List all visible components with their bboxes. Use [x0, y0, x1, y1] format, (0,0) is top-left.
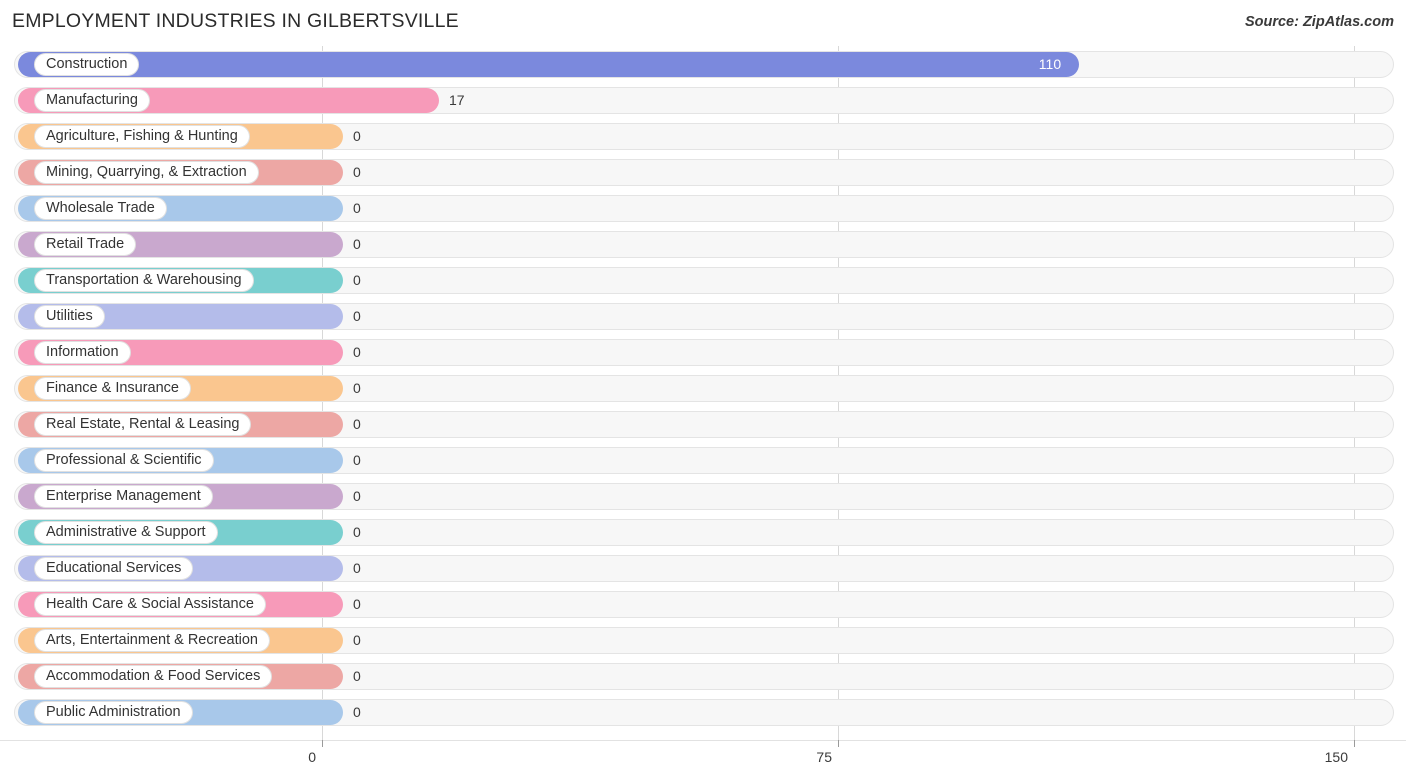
category-label-pill: Construction [34, 53, 140, 76]
bar-value-label: 0 [353, 488, 361, 504]
bar-value-label: 0 [353, 200, 361, 216]
category-label-pill: Educational Services [34, 557, 194, 580]
bar-value-label: 0 [353, 416, 361, 432]
category-label-pill: Wholesale Trade [34, 197, 167, 220]
bar-value-label: 0 [353, 272, 361, 288]
x-tick-mark [1354, 740, 1355, 747]
bar-row: Information 0 [0, 334, 1406, 370]
bar-value-label: 17 [448, 92, 465, 108]
chart-plot-area: Construction 110 Manufacturing 17 Agricultur… [0, 46, 1406, 740]
category-label: Transportation & Warehousing [46, 272, 242, 289]
category-label-pill: Public Administration [34, 701, 193, 724]
bar-value-label: 0 [353, 380, 361, 396]
bar-value-label: 0 [353, 524, 361, 540]
bar-row: Health Care & Social Assistance 0 [0, 586, 1406, 622]
bar-value-label: 0 [353, 452, 361, 468]
bar-row: Administrative & Support 0 [0, 514, 1406, 550]
category-label-pill: Professional & Scientific [34, 449, 214, 472]
category-label: Manufacturing [46, 92, 138, 109]
category-label: Finance & Insurance [46, 380, 179, 397]
bar-row: Arts, Entertainment & Recreation 0 [0, 622, 1406, 658]
bar-row: Construction 110 [0, 46, 1406, 82]
category-label: Enterprise Management [46, 488, 201, 505]
bar-row: Real Estate, Rental & Leasing 0 [0, 406, 1406, 442]
x-tick-label: 75 [816, 749, 832, 765]
page-title: EMPLOYMENT INDUSTRIES IN GILBERTSVILLE [12, 10, 459, 32]
bar-row: Manufacturing 17 [0, 82, 1406, 118]
bar-row: Transportation & Warehousing 0 [0, 262, 1406, 298]
category-label: Arts, Entertainment & Recreation [46, 632, 258, 649]
category-label-pill: Information [34, 341, 131, 364]
bar-value-label: 0 [353, 668, 361, 684]
bar-value-label: 0 [353, 164, 361, 180]
category-label: Agriculture, Fishing & Hunting [46, 128, 238, 145]
bar-value-label: 0 [353, 596, 361, 612]
bar[interactable] [18, 52, 1079, 77]
category-label-pill: Retail Trade [34, 233, 137, 256]
category-label: Public Administration [46, 704, 181, 721]
x-tick-mark [322, 740, 323, 747]
bar-row: Agriculture, Fishing & Hunting 0 [0, 118, 1406, 154]
category-label: Retail Trade [46, 236, 125, 253]
category-label: Administrative & Support [46, 524, 206, 541]
bar-row: Wholesale Trade 0 [0, 190, 1406, 226]
bar-value-label: 0 [353, 632, 361, 648]
category-label-pill: Agriculture, Fishing & Hunting [34, 125, 250, 148]
category-label-pill: Arts, Entertainment & Recreation [34, 629, 270, 652]
category-label: Accommodation & Food Services [46, 668, 261, 685]
category-label: Health Care & Social Assistance [46, 596, 254, 613]
category-label: Mining, Quarrying, & Extraction [46, 164, 247, 181]
category-label-pill: Administrative & Support [34, 521, 218, 544]
category-label-pill: Real Estate, Rental & Leasing [34, 413, 252, 436]
category-label-pill: Finance & Insurance [34, 377, 191, 400]
bar-row: Finance & Insurance 0 [0, 370, 1406, 406]
bar-value-label: 0 [353, 128, 361, 144]
x-tick-label: 0 [308, 749, 316, 765]
category-label-pill: Enterprise Management [34, 485, 213, 508]
bar-value-label: 0 [353, 704, 361, 720]
category-label-pill: Utilities [34, 305, 105, 328]
x-tick-label: 150 [1324, 749, 1348, 765]
bar-value-label: 110 [1038, 56, 1062, 72]
bar-value-label: 0 [353, 344, 361, 360]
category-label: Educational Services [46, 560, 182, 577]
bar-row: Retail Trade 0 [0, 226, 1406, 262]
bar-value-label: 0 [353, 308, 361, 324]
category-label-pill: Accommodation & Food Services [34, 665, 273, 688]
category-label: Construction [46, 56, 128, 73]
category-label: Wholesale Trade [46, 200, 155, 217]
bar-row: Professional & Scientific 0 [0, 442, 1406, 478]
bar-value-label: 0 [353, 236, 361, 252]
bar-row: Mining, Quarrying, & Extraction 0 [0, 154, 1406, 190]
x-axis-line [0, 740, 1406, 741]
category-label-pill: Mining, Quarrying, & Extraction [34, 161, 259, 184]
category-label: Information [46, 344, 119, 361]
x-axis: 0 75 150 [0, 740, 1406, 776]
bar-row: Accommodation & Food Services 0 [0, 658, 1406, 694]
bar-row: Public Administration 0 [0, 694, 1406, 730]
category-label-pill: Health Care & Social Assistance [34, 593, 266, 616]
category-label-pill: Transportation & Warehousing [34, 269, 254, 292]
chart-header: EMPLOYMENT INDUSTRIES IN GILBERTSVILLE S… [0, 0, 1406, 46]
x-tick-mark [838, 740, 839, 747]
bar-row: Utilities 0 [0, 298, 1406, 334]
category-label-pill: Manufacturing [34, 89, 150, 112]
bar-rows: Construction 110 Manufacturing 17 Agricultur… [0, 46, 1406, 730]
bar-value-label: 0 [353, 560, 361, 576]
bar-row: Enterprise Management 0 [0, 478, 1406, 514]
category-label: Utilities [46, 308, 93, 325]
category-label: Professional & Scientific [46, 452, 202, 469]
category-label: Real Estate, Rental & Leasing [46, 416, 240, 433]
source-attribution: Source: ZipAtlas.com [1244, 14, 1394, 30]
bar-row: Educational Services 0 [0, 550, 1406, 586]
